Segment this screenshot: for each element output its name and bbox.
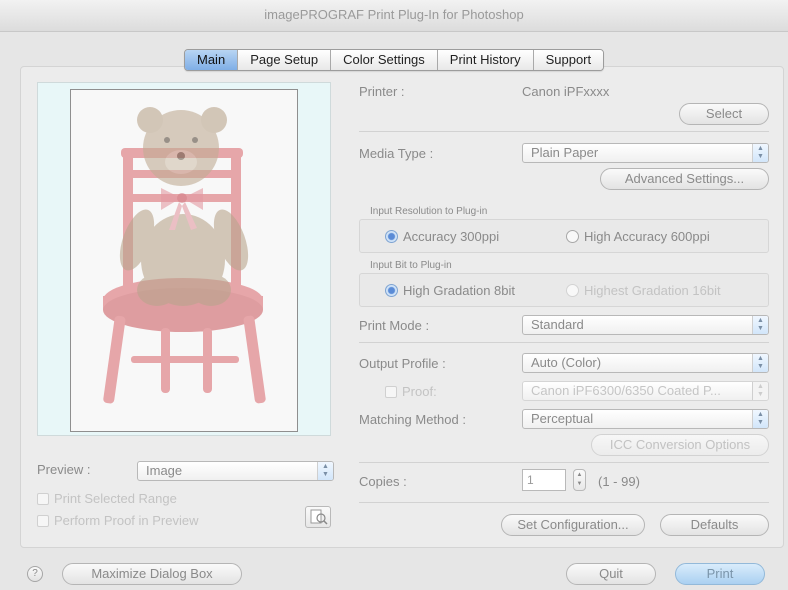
print-selected-range-checkbox[interactable]: Print Selected Range <box>37 491 177 506</box>
radio-selected-icon <box>385 230 398 243</box>
window-title: imagePROGRAF Print Plug-In for Photoshop <box>0 0 788 32</box>
radio-unselected-icon <box>566 284 579 297</box>
tab-bar: Main Page Setup Color Settings Print His… <box>184 49 605 71</box>
advanced-settings-button[interactable]: Advanced Settings... <box>600 168 769 190</box>
radio-unselected-icon <box>566 230 579 243</box>
radio-high-accuracy-600[interactable]: High Accuracy 600ppi <box>566 229 710 244</box>
divider <box>359 342 769 343</box>
tab-color-settings[interactable]: Color Settings <box>330 50 437 70</box>
copies-label: Copies : <box>359 474 407 489</box>
tab-print-history[interactable]: Print History <box>436 50 533 70</box>
divider <box>359 131 769 132</box>
radio-high-accuracy-600-label: High Accuracy 600ppi <box>584 229 710 244</box>
media-type-label: Media Type : <box>359 146 434 161</box>
defaults-button[interactable]: Defaults <box>660 514 769 536</box>
preview-label: Preview : <box>37 462 91 477</box>
print-mode-select[interactable]: Standard ▲ ▼ <box>522 315 769 335</box>
print-selected-range-label: Print Selected Range <box>54 491 177 506</box>
updown-arrows-icon: ▲ ▼ <box>752 354 768 372</box>
select-printer-button[interactable]: Select <box>679 103 769 125</box>
perform-proof-label: Perform Proof in Preview <box>54 513 199 528</box>
printer-label: Printer : <box>359 84 405 99</box>
copies-input[interactable]: 1 <box>522 469 566 491</box>
radio-accuracy-300[interactable]: Accuracy 300ppi <box>385 229 499 244</box>
preview-mode-select[interactable]: Image ▲ ▼ <box>137 461 334 481</box>
proof-label: Proof: <box>402 384 437 399</box>
updown-arrows-icon: ▲ ▼ <box>752 382 768 400</box>
checkbox-box <box>385 385 397 398</box>
divider <box>359 462 769 463</box>
help-icon[interactable]: ? <box>27 566 43 582</box>
printer-value: Canon iPFxxxx <box>522 84 610 99</box>
matching-method-value: Perceptual <box>531 411 594 426</box>
divider <box>359 502 769 503</box>
preview-mode-value: Image <box>146 463 183 478</box>
proof-preview-icon[interactable] <box>305 506 331 528</box>
checkbox-box <box>37 492 49 505</box>
updown-arrows-icon: ▲ ▼ <box>752 316 768 334</box>
tab-page-setup[interactable]: Page Setup <box>237 50 331 70</box>
print-mode-value: Standard <box>531 317 584 332</box>
media-type-select[interactable]: Plain Paper ▲ ▼ <box>522 143 769 163</box>
output-profile-value: Auto (Color) <box>531 355 602 370</box>
proof-profile-select[interactable]: Canon iPF6300/6350 Coated P... ▲ ▼ <box>522 381 769 401</box>
icc-conversion-options-button[interactable]: ICC Conversion Options <box>591 434 769 456</box>
perform-proof-checkbox[interactable]: Perform Proof in Preview <box>37 513 199 528</box>
teddy-bear-on-chair-image <box>103 107 266 404</box>
updown-arrows-icon: ▲ ▼ <box>317 462 333 480</box>
radio-highest-gradation-16bit-label: Highest Gradation 16bit <box>584 283 721 298</box>
updown-arrows-icon: ▲ ▼ <box>752 410 768 428</box>
set-configuration-button[interactable]: Set Configuration... <box>501 514 645 536</box>
quit-button[interactable]: Quit <box>566 563 656 585</box>
checkbox-box <box>37 514 49 527</box>
preview-image <box>70 89 298 432</box>
radio-high-gradation-8bit-label: High Gradation 8bit <box>403 283 516 298</box>
proof-profile-value: Canon iPF6300/6350 Coated P... <box>531 383 721 398</box>
radio-accuracy-300-label: Accuracy 300ppi <box>403 229 500 244</box>
media-type-value: Plain Paper <box>531 145 599 160</box>
copies-range: (1 - 99) <box>598 474 640 489</box>
matching-method-label: Matching Method : <box>359 412 466 427</box>
preview-area <box>37 82 331 436</box>
copies-stepper[interactable]: ▲ ▼ <box>573 469 586 491</box>
print-mode-label: Print Mode : <box>359 318 430 333</box>
maximize-dialog-button[interactable]: Maximize Dialog Box <box>62 563 242 585</box>
input-bit-title: Input Bit to Plug-in <box>370 260 452 271</box>
radio-selected-icon <box>385 284 398 297</box>
tab-main[interactable]: Main <box>185 50 238 70</box>
updown-arrows-icon: ▲ ▼ <box>752 144 768 162</box>
radio-highest-gradation-16bit[interactable]: Highest Gradation 16bit <box>566 283 721 298</box>
proof-checkbox[interactable]: Proof: <box>385 384 437 399</box>
radio-high-gradation-8bit[interactable]: High Gradation 8bit <box>385 283 515 298</box>
output-profile-select[interactable]: Auto (Color) ▲ ▼ <box>522 353 769 373</box>
input-resolution-title: Input Resolution to Plug-in <box>370 206 488 217</box>
print-plugin-dialog: imagePROGRAF Print Plug-In for Photoshop… <box>0 0 788 590</box>
print-button[interactable]: Print <box>675 563 765 585</box>
tab-support[interactable]: Support <box>532 50 604 70</box>
matching-method-select[interactable]: Perceptual ▲ ▼ <box>522 409 769 429</box>
output-profile-label: Output Profile : <box>359 356 446 371</box>
